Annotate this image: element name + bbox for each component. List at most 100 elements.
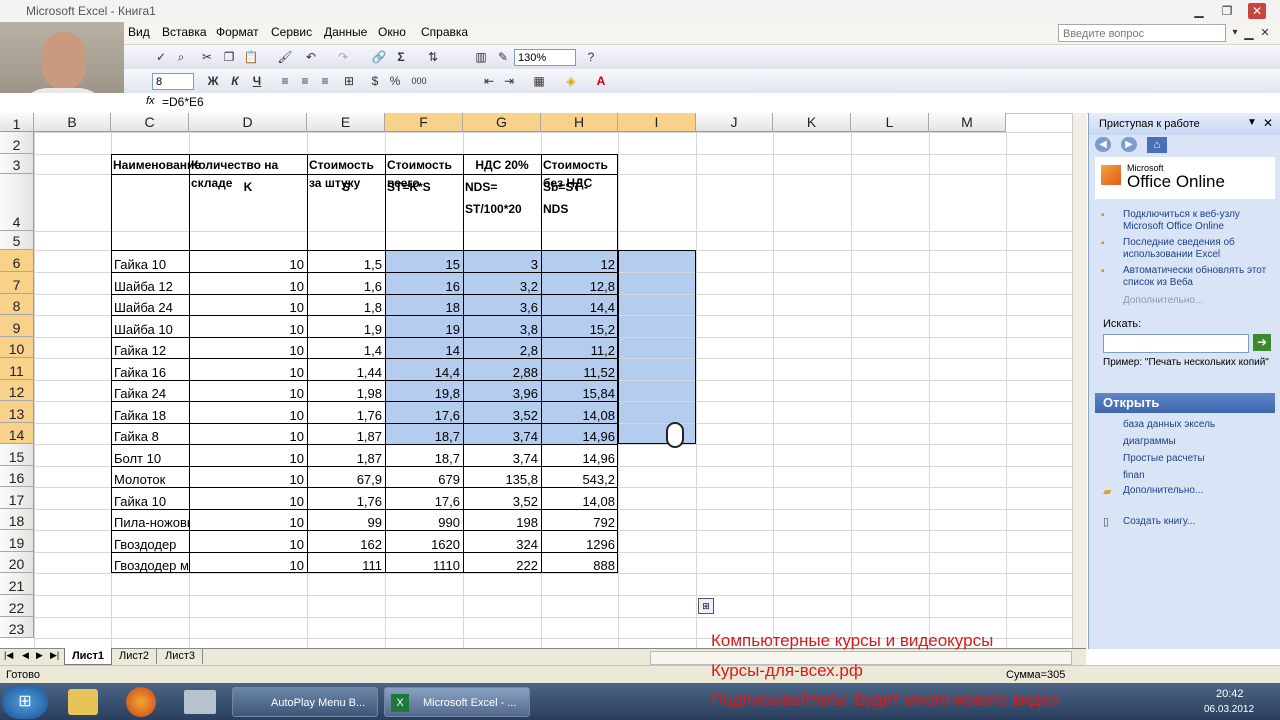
align-left-icon[interactable]: ≡ (276, 72, 294, 90)
cell-price[interactable]: 162 (307, 530, 385, 552)
cell-qty[interactable]: 10 (189, 466, 307, 487)
cell-vat[interactable]: 3,8 (463, 315, 541, 337)
row-header-7[interactable]: 7 (0, 272, 34, 294)
cell-price[interactable]: 1,76 (307, 487, 385, 509)
column-header-e[interactable]: E (307, 113, 385, 132)
cell-name[interactable]: Гвоздодер (111, 530, 189, 552)
cell-total[interactable]: 15 (385, 250, 463, 272)
cell-name[interactable]: Гайка 8 (111, 423, 189, 444)
autosum-icon[interactable]: Σ (392, 48, 410, 66)
cell-novat[interactable]: 543,2 (541, 466, 618, 487)
cell-qty[interactable]: 10 (189, 250, 307, 272)
pane-search-input[interactable] (1103, 334, 1249, 353)
cell-name[interactable]: Гайка 24 (111, 380, 189, 401)
cell-novat[interactable]: 14,08 (541, 401, 618, 423)
merge-center-icon[interactable]: ⊞ (340, 72, 358, 90)
menu-tools[interactable]: Сервис (271, 25, 312, 39)
open-more-link[interactable]: Дополнительно... (1123, 485, 1203, 497)
cell-novat[interactable]: 11,2 (541, 337, 618, 358)
row-header-10[interactable]: 10 (0, 337, 34, 358)
cell-price[interactable]: 67,9 (307, 466, 385, 487)
formula-input[interactable]: =D6*E6 (162, 95, 204, 109)
doc-close-button[interactable]: ✕ (1256, 25, 1274, 41)
sheet-tab-1[interactable]: Лист1 (64, 648, 112, 665)
auto-update-link[interactable]: Автоматически обновлять этот список из В… (1123, 265, 1273, 289)
recent-file-link[interactable]: диаграммы (1123, 436, 1176, 448)
column-header-d[interactable]: D (189, 113, 307, 132)
column-header-f[interactable]: F (385, 113, 463, 132)
cell-price[interactable]: 1,4 (307, 337, 385, 358)
row-header-20[interactable]: 20 (0, 552, 34, 573)
menu-data[interactable]: Данные (324, 25, 367, 39)
column-header-h[interactable]: H (541, 113, 618, 132)
more-link[interactable]: Дополнительно... (1123, 295, 1203, 307)
vertical-scrollbar[interactable] (1072, 113, 1087, 648)
row-header-6[interactable]: 6 (0, 250, 34, 272)
row-header-3[interactable]: 3 (0, 154, 34, 174)
cell-price[interactable]: 1,76 (307, 401, 385, 423)
zoom-select[interactable]: 130% (514, 49, 576, 66)
column-header-g[interactable]: G (463, 113, 541, 132)
row-header-8[interactable]: 8 (0, 294, 34, 315)
cell-qty[interactable]: 10 (189, 509, 307, 530)
cell-vat[interactable]: 198 (463, 509, 541, 530)
cell-vat[interactable]: 2,88 (463, 358, 541, 380)
cell-qty[interactable]: 10 (189, 401, 307, 423)
fill-color-icon[interactable]: ◈ (562, 72, 580, 90)
fx-icon[interactable]: fx (146, 95, 155, 107)
format-painter-icon[interactable]: 🖌 (276, 48, 294, 66)
paste-options-icon[interactable]: ⊞ (698, 598, 714, 614)
column-header-k[interactable]: K (773, 113, 851, 132)
help-icon[interactable]: ? (582, 48, 600, 66)
tab-last-icon[interactable]: ▶| (50, 650, 59, 661)
cell-name[interactable]: Шайба 24 (111, 294, 189, 315)
cell-price[interactable]: 1,8 (307, 294, 385, 315)
font-size-select[interactable]: 8 (152, 73, 194, 90)
cell-total[interactable]: 18,7 (385, 423, 463, 444)
bold-icon[interactable]: Ж (204, 72, 222, 90)
cell-total[interactable]: 990 (385, 509, 463, 530)
cell-name[interactable]: Болт 10 (111, 444, 189, 466)
undo-icon[interactable]: ↶ (302, 48, 320, 66)
row-header-12[interactable]: 12 (0, 380, 34, 401)
column-header-m[interactable]: M (929, 113, 1006, 132)
menu-help[interactable]: Справка (421, 25, 468, 39)
cell-novat[interactable]: 15,84 (541, 380, 618, 401)
align-right-icon[interactable]: ≡ (316, 72, 334, 90)
hyperlink-icon[interactable]: 🔗 (370, 48, 388, 66)
menu-view[interactable]: Вид (128, 25, 150, 39)
cell-vat[interactable]: 3,74 (463, 423, 541, 444)
tab-next-icon[interactable]: ▶ (36, 650, 43, 661)
cell-total[interactable]: 18,7 (385, 444, 463, 466)
percent-icon[interactable]: % (386, 72, 404, 90)
research-icon[interactable]: ⌕ (172, 48, 190, 66)
cell-name[interactable]: Пила-ножовка (111, 509, 189, 530)
cell-price[interactable]: 99 (307, 509, 385, 530)
row-header-19[interactable]: 19 (0, 530, 34, 552)
cell-name[interactable]: Гайка 10 (111, 250, 189, 272)
maximize-button[interactable]: ❐ (1218, 3, 1236, 19)
cell-vat[interactable]: 3,74 (463, 444, 541, 466)
tab-prev-icon[interactable]: ◀ (22, 650, 29, 661)
cell-novat[interactable]: 11,52 (541, 358, 618, 380)
create-workbook-link[interactable]: Создать книгу... (1123, 516, 1195, 528)
copy-icon[interactable]: ❐ (220, 48, 238, 66)
cell-total[interactable]: 18 (385, 294, 463, 315)
cell-novat[interactable]: 12,8 (541, 272, 618, 294)
spelling-icon[interactable]: ✓ (152, 48, 170, 66)
cell-qty[interactable]: 10 (189, 380, 307, 401)
row-header-11[interactable]: 11 (0, 358, 34, 380)
cell-novat[interactable]: 14,08 (541, 487, 618, 509)
search-go-icon[interactable]: ➜ (1253, 334, 1271, 351)
cell-price[interactable]: 1,98 (307, 380, 385, 401)
task-excel[interactable]: X Microsoft Excel - ... (384, 687, 530, 717)
cell-name[interactable]: Шайба 12 (111, 272, 189, 294)
cell-novat[interactable]: 888 (541, 552, 618, 573)
recent-file-link[interactable]: база данных эксель (1123, 419, 1215, 431)
sheet-tab-3[interactable]: Лист3 (158, 649, 203, 664)
cell-name[interactable]: Гайка 16 (111, 358, 189, 380)
office-online-banner[interactable]: Microsoft Office Online (1095, 157, 1275, 199)
cell-total[interactable]: 17,6 (385, 487, 463, 509)
row-header-17[interactable]: 17 (0, 487, 34, 509)
cell-qty[interactable]: 10 (189, 530, 307, 552)
